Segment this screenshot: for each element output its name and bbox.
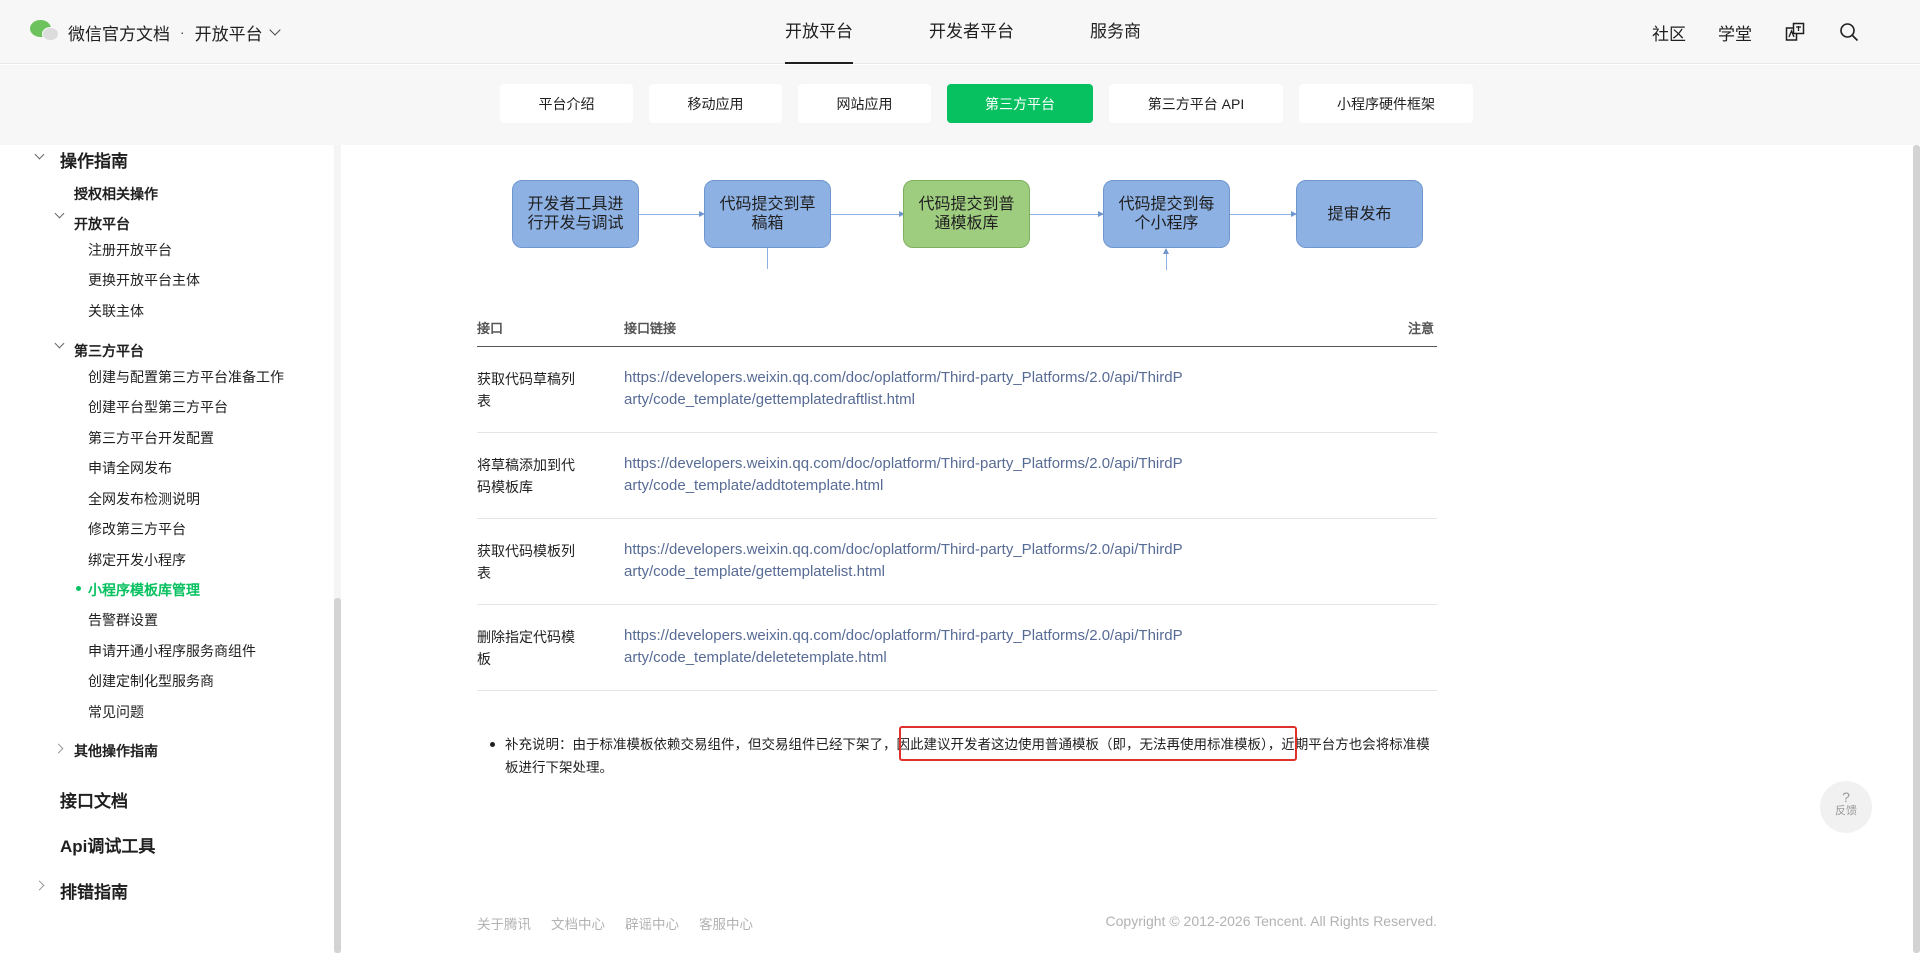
sidebar-item-bind-dev-miniprogram[interactable]: 绑定开发小程序 [88, 550, 186, 570]
feedback-label: 反馈 [1835, 805, 1857, 817]
table-row-divider [477, 432, 1437, 433]
question-icon: ? [1842, 789, 1850, 805]
chevron-down-icon [269, 23, 281, 36]
sidebar-section-api-docs[interactable]: 接口文档 [60, 787, 128, 812]
sidebar-item-faq[interactable]: 常见问题 [88, 702, 144, 722]
subnav-miniprogram-hardware[interactable]: 小程序硬件框架 [1299, 84, 1473, 123]
table-cell-api-link[interactable]: https://developers.weixin.qq.com/doc/opl… [624, 625, 1184, 669]
sidebar-item-modify-third-party[interactable]: 修改第三方平台 [88, 519, 186, 539]
flow-connector [1030, 214, 1103, 215]
main-scrollbar[interactable] [1913, 145, 1920, 953]
sidebar-item-custom-provider[interactable]: 创建定制化型服务商 [88, 671, 214, 691]
footer-link-support[interactable]: 客服中心 [699, 913, 753, 933]
note-bullet [490, 742, 495, 747]
wechat-logo-icon [30, 18, 60, 46]
sidebar-item-service-component[interactable]: 申请开通小程序服务商组件 [88, 641, 256, 661]
nav-developer-platform[interactable]: 开发者平台 [929, 0, 1014, 64]
flow-step-submit-review: 提审发布 [1296, 180, 1423, 248]
brand-separator: · [180, 24, 185, 40]
sidebar-item-template-library[interactable]: 小程序模板库管理 [88, 580, 200, 600]
table-row-divider [477, 604, 1437, 605]
copyright: Copyright © 2012-2026 Tencent. All Right… [1105, 913, 1437, 929]
table-cell-api-name: 将草稿添加到代码模板库 [477, 457, 575, 495]
subnav-mobile-app[interactable]: 移动应用 [649, 84, 782, 123]
sidebar-section-troubleshoot[interactable]: 排错指南 [60, 878, 128, 903]
sidebar-item-auth-ops[interactable]: 授权相关操作 [74, 184, 158, 204]
sidebar-item-apply-release[interactable]: 申请全网发布 [88, 458, 172, 478]
flow-step-normal-template: 代码提交到普通模板库 [903, 180, 1030, 248]
academy-link[interactable]: 学堂 [1718, 20, 1752, 45]
nav-service-provider[interactable]: 服务商 [1090, 0, 1141, 64]
footer-link-docs[interactable]: 文档中心 [551, 913, 605, 933]
flow-step-each-miniprogram: 代码提交到每个小程序 [1103, 180, 1230, 248]
subnav-platform-intro[interactable]: 平台介绍 [500, 84, 633, 123]
feedback-button[interactable]: ? 反馈 [1820, 781, 1872, 833]
sidebar-item-prep-work[interactable]: 创建与配置第三方平台准备工作 [88, 367, 284, 387]
header-actions: 社区 学堂 [1620, 0, 1860, 64]
sidebar-group-open-platform[interactable]: 开放平台 [74, 214, 130, 234]
sidebar-scrollbar-thumb[interactable] [334, 598, 341, 953]
platform-switcher-label: 开放平台 [194, 24, 263, 44]
sidebar: 操作指南 授权相关操作 开放平台 注册开放平台 更换开放平台主体 关联主体 第三… [0, 145, 334, 953]
table-cell-api-link[interactable]: https://developers.weixin.qq.com/doc/opl… [624, 453, 1184, 497]
sidebar-section-ops-guide[interactable]: 操作指南 [60, 147, 128, 172]
community-link[interactable]: 社区 [1652, 20, 1686, 45]
chevron-down-icon[interactable] [34, 149, 45, 160]
top-nav: 开放平台 开发者平台 服务商 [785, 0, 1217, 64]
chevron-down-icon[interactable] [54, 338, 65, 349]
table-row-divider [477, 690, 1437, 691]
sidebar-section-api-debug[interactable]: Api调试工具 [60, 832, 155, 857]
table-cell-api-name: 获取代码草稿列表 [477, 371, 575, 409]
platform-switcher[interactable]: 开放平台 [194, 20, 281, 45]
brand-title[interactable]: 微信官方文档 [68, 20, 170, 45]
table-row-divider [477, 518, 1437, 519]
table-cell-api-name: 删除指定代码模板 [477, 629, 575, 667]
sub-nav: 平台介绍 移动应用 网站应用 第三方平台 第三方平台 API 小程序硬件框架 [0, 65, 1920, 145]
chevron-right-icon[interactable] [53, 743, 64, 754]
footer-link-rumor[interactable]: 辟谣中心 [625, 913, 679, 933]
subnav-third-party[interactable]: 第三方平台 [947, 84, 1093, 123]
table-header-api: 接口 [477, 321, 504, 336]
sidebar-group-other-ops[interactable]: 其他操作指南 [74, 741, 158, 761]
footer-link-about[interactable]: 关于腾讯 [477, 913, 531, 933]
sidebar-item-change-entity[interactable]: 更换开放平台主体 [88, 270, 200, 290]
brand[interactable]: 微信官方文档 · 开放平台 [30, 18, 281, 46]
sidebar-item-linked-entity[interactable]: 关联主体 [88, 301, 144, 321]
nav-open-platform[interactable]: 开放平台 [785, 0, 853, 64]
sidebar-item-create-platform-type[interactable]: 创建平台型第三方平台 [88, 397, 228, 417]
flow-connector-vertical [767, 248, 768, 269]
highlight-annotation-box [899, 726, 1297, 761]
sidebar-item-alert-group[interactable]: 告警群设置 [88, 610, 158, 630]
table-cell-api-name: 获取代码模板列表 [477, 543, 575, 581]
table-cell-api-link[interactable]: https://developers.weixin.qq.com/doc/opl… [624, 367, 1184, 411]
sidebar-item-release-check[interactable]: 全网发布检测说明 [88, 489, 200, 509]
translate-icon[interactable] [1784, 21, 1806, 43]
table-header-note: 注意 [1408, 321, 1435, 336]
flow-connector [1230, 214, 1296, 215]
top-header: 微信官方文档 · 开放平台 开放平台 开发者平台 服务商 社区 学堂 [0, 0, 1920, 64]
table-header-link: 接口链接 [624, 321, 677, 336]
flow-arrowhead [1163, 248, 1169, 254]
flow-connector [831, 214, 903, 215]
chevron-down-icon[interactable] [54, 208, 65, 219]
sidebar-item-register-open-platform[interactable]: 注册开放平台 [88, 240, 172, 260]
subnav-website-app[interactable]: 网站应用 [798, 84, 931, 123]
flow-step-dev-tools: 开发者工具进行开发与调试 [512, 180, 639, 248]
table-cell-api-link[interactable]: https://developers.weixin.qq.com/doc/opl… [624, 539, 1184, 583]
chevron-right-icon[interactable] [34, 880, 45, 891]
active-indicator-dot [76, 586, 81, 591]
search-icon[interactable] [1838, 21, 1860, 43]
flow-step-draft-box: 代码提交到草稿箱 [704, 180, 831, 248]
subnav-third-party-api[interactable]: 第三方平台 API [1109, 84, 1283, 123]
table-header-divider [477, 346, 1437, 347]
sidebar-item-dev-config[interactable]: 第三方平台开发配置 [88, 428, 214, 448]
flow-connector [639, 214, 703, 215]
sidebar-group-third-party[interactable]: 第三方平台 [74, 341, 144, 361]
